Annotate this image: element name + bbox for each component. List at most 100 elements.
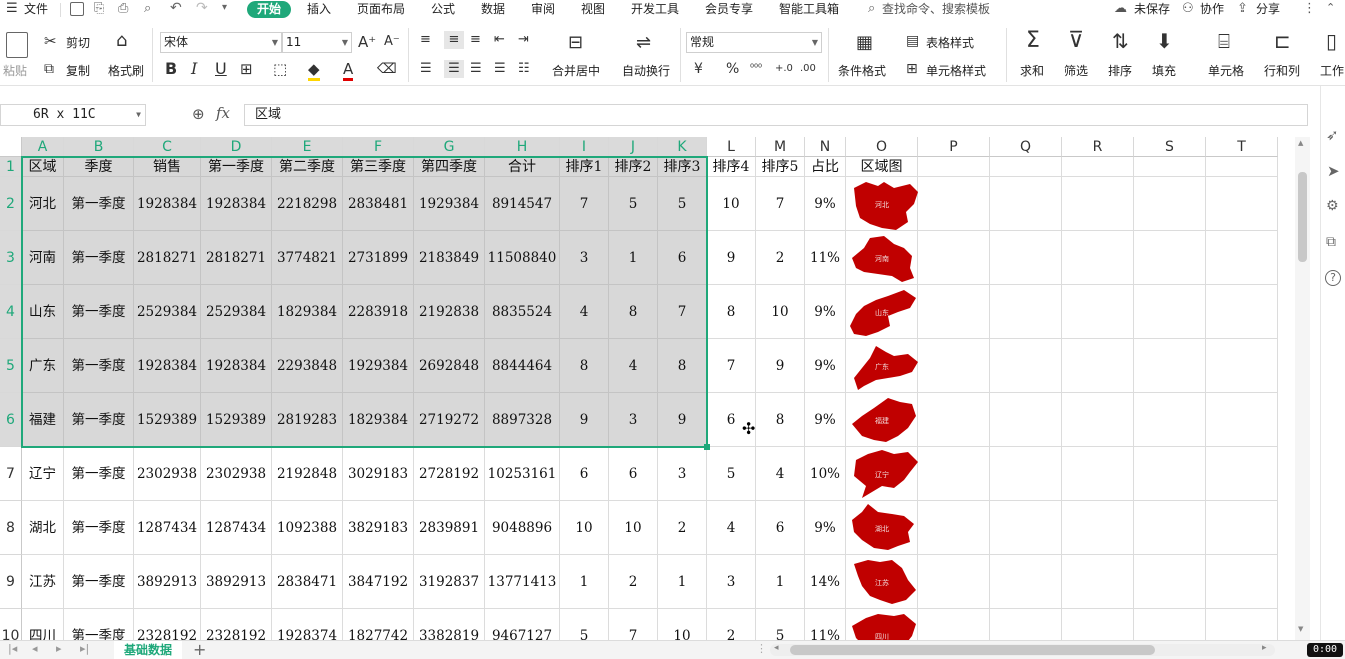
table-cell[interactable]: 2 xyxy=(609,555,658,609)
header-cell[interactable]: 区域图 xyxy=(846,157,918,177)
table-cell[interactable]: 13771413 xyxy=(485,555,560,609)
prev-sheet-icon[interactable]: ◂ xyxy=(32,642,38,655)
province-map-image[interactable]: 江苏 xyxy=(848,556,920,608)
column-header-c[interactable]: C xyxy=(134,137,201,157)
table-cell[interactable]: 9% xyxy=(805,339,846,393)
table-cell[interactable] xyxy=(990,501,1062,555)
conditional-format-button[interactable]: 条件格式 xyxy=(838,62,886,79)
row-header-3[interactable]: 3 xyxy=(0,231,22,285)
quick-access-dropdown-icon[interactable]: ▾ xyxy=(222,2,227,13)
format-icon[interactable]: ⧉ xyxy=(1326,234,1336,250)
column-header-e[interactable]: E xyxy=(272,137,343,157)
table-cell[interactable]: 3192837 xyxy=(414,555,485,609)
table-cell[interactable]: 2328192 xyxy=(201,609,272,640)
table-cell[interactable]: 1 xyxy=(609,231,658,285)
table-cell[interactable]: 1928384 xyxy=(201,177,272,231)
table-cell[interactable] xyxy=(1206,555,1278,609)
table-cell[interactable]: 2529384 xyxy=(201,285,272,339)
table-cell[interactable]: 9% xyxy=(805,393,846,447)
vertical-scroll-thumb[interactable] xyxy=(1298,172,1307,262)
table-cell[interactable]: 第一季度 xyxy=(64,285,134,339)
table-cell[interactable]: 2 xyxy=(756,231,805,285)
zoom-formula-icon[interactable]: ⊕ xyxy=(192,105,205,123)
table-cell[interactable]: 7 xyxy=(658,285,707,339)
table-cell[interactable]: 9 xyxy=(707,231,756,285)
table-cell[interactable] xyxy=(1206,177,1278,231)
table-cell[interactable]: 山东 xyxy=(22,285,64,339)
merge-center-button[interactable]: 合并居中 xyxy=(552,62,600,79)
column-header-h[interactable]: H xyxy=(485,137,560,157)
undo-icon[interactable]: ↶ xyxy=(170,0,182,16)
scroll-up-icon[interactable]: ▲ xyxy=(1298,139,1303,147)
indent-increase-icon[interactable]: ⇥ xyxy=(518,31,529,49)
table-cell[interactable]: 3829183 xyxy=(343,501,414,555)
table-cell[interactable]: 10253161 xyxy=(485,447,560,501)
sort-icon[interactable]: ⇅ xyxy=(1112,31,1129,51)
table-cell[interactable]: 第一季度 xyxy=(64,177,134,231)
justify-icon[interactable]: ☰ xyxy=(494,60,506,78)
table-cell[interactable]: 2692848 xyxy=(414,339,485,393)
table-cell[interactable]: 10 xyxy=(707,177,756,231)
table-cell[interactable]: 11% xyxy=(805,609,846,640)
cell-icon[interactable]: ⌸ xyxy=(1218,31,1230,51)
filter-icon[interactable]: ⊽ xyxy=(1068,30,1084,52)
table-cell[interactable]: 9048896 xyxy=(485,501,560,555)
column-header-m[interactable]: M xyxy=(756,137,805,157)
table-cell[interactable] xyxy=(1062,609,1134,640)
table-cell[interactable]: 9467127 xyxy=(485,609,560,640)
table-cell[interactable]: 2839891 xyxy=(414,501,485,555)
table-cell[interactable]: 第一季度 xyxy=(64,501,134,555)
table-cell[interactable]: 1287434 xyxy=(201,501,272,555)
header-cell[interactable]: 第一季度 xyxy=(201,157,272,177)
table-cell[interactable] xyxy=(918,501,990,555)
table-cell[interactable]: 5 xyxy=(609,177,658,231)
header-cell[interactable]: 排序3 xyxy=(658,157,707,177)
column-header-p[interactable]: P xyxy=(918,137,990,157)
table-cell[interactable] xyxy=(1206,339,1278,393)
table-cell[interactable] xyxy=(1134,447,1206,501)
table-cell[interactable]: 6 xyxy=(658,231,707,285)
header-cell[interactable] xyxy=(1134,157,1206,177)
vertical-scrollbar[interactable]: ▲ ▼ xyxy=(1295,137,1310,640)
settings-sliders-icon[interactable]: ⚙ xyxy=(1326,198,1339,214)
formula-input[interactable]: 区域 xyxy=(244,104,1308,126)
add-sheet-button[interactable]: + xyxy=(193,640,206,659)
header-cell[interactable] xyxy=(1206,157,1278,177)
table-cell[interactable]: 2328192 xyxy=(134,609,201,640)
shape-fill-icon[interactable]: ⬚ xyxy=(273,60,287,78)
filter-button[interactable]: 筛选 xyxy=(1064,62,1088,79)
table-cell[interactable]: 1829384 xyxy=(272,285,343,339)
table-cell[interactable]: 第一季度 xyxy=(64,339,134,393)
table-cell[interactable]: 10 xyxy=(609,501,658,555)
column-header-d[interactable]: D xyxy=(201,137,272,157)
table-cell[interactable]: 8 xyxy=(707,285,756,339)
table-cell[interactable]: 1092388 xyxy=(272,501,343,555)
table-cell[interactable]: 10 xyxy=(756,285,805,339)
table-cell[interactable] xyxy=(990,555,1062,609)
column-header-s[interactable]: S xyxy=(1134,137,1206,157)
table-cell[interactable]: 7 xyxy=(707,339,756,393)
merge-center-icon[interactable]: ⊟ xyxy=(568,34,583,52)
column-header-r[interactable]: R xyxy=(1062,137,1134,157)
column-header-o[interactable]: O xyxy=(846,137,918,157)
fill-color-icon[interactable]: ◆ xyxy=(308,60,320,81)
header-cell[interactable] xyxy=(1062,157,1134,177)
fx-icon[interactable]: fx xyxy=(216,104,230,122)
table-cell[interactable] xyxy=(918,177,990,231)
table-cell[interactable] xyxy=(918,555,990,609)
table-cell[interactable]: 7 xyxy=(560,177,609,231)
scroll-left-icon[interactable]: ◂ xyxy=(774,643,779,653)
header-cell[interactable]: 第三季度 xyxy=(343,157,414,177)
pointer-icon[interactable]: ➤ xyxy=(1327,162,1340,180)
table-cell[interactable] xyxy=(1134,501,1206,555)
fill-button[interactable]: 填充 xyxy=(1152,62,1176,79)
table-cell[interactable]: 10 xyxy=(560,501,609,555)
table-cell[interactable]: 8 xyxy=(560,339,609,393)
table-cell[interactable]: 8914547 xyxy=(485,177,560,231)
table-cell[interactable]: 1929384 xyxy=(414,177,485,231)
table-cell[interactable] xyxy=(1206,231,1278,285)
border-icon[interactable]: ⊞ xyxy=(240,60,253,78)
scroll-right-icon[interactable]: ▸ xyxy=(1262,643,1267,653)
align-left-icon[interactable]: ☰ xyxy=(420,60,432,78)
table-cell[interactable]: 广东 xyxy=(22,339,64,393)
